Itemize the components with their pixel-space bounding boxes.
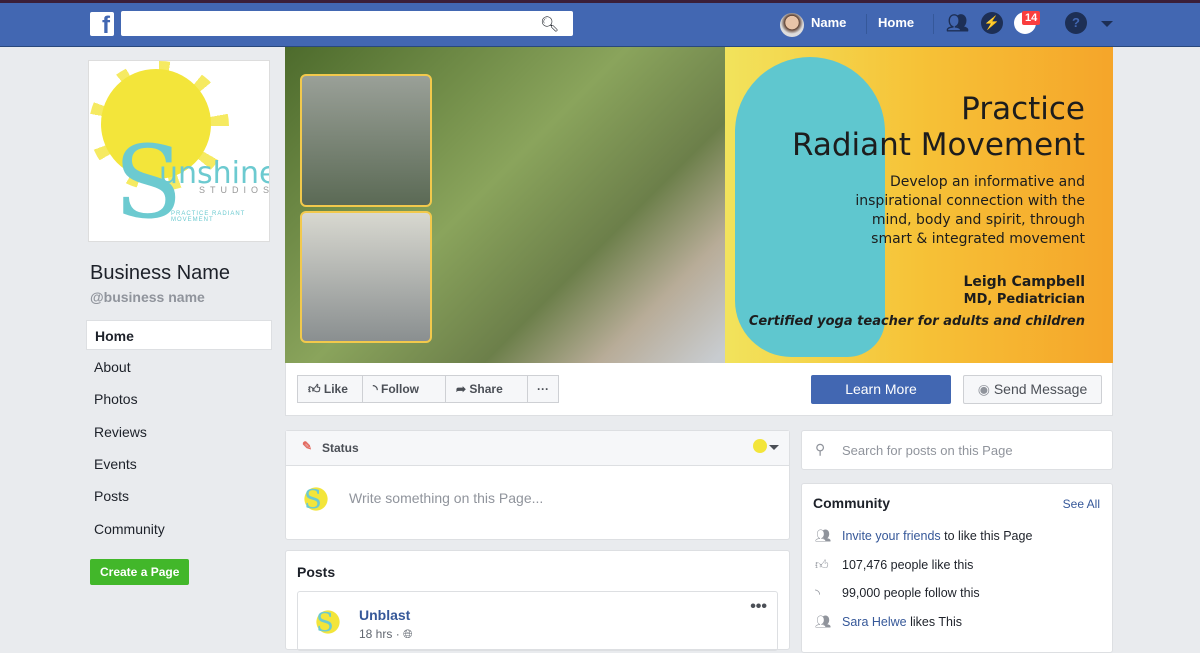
sidebar-item-community[interactable]: Community: [86, 514, 272, 544]
rss-icon: ◝: [815, 586, 821, 601]
page-posts-search-input[interactable]: ⚲ Search for posts on this Page: [801, 430, 1113, 470]
search-placeholder: Search for posts on this Page: [842, 443, 1013, 458]
profile-link[interactable]: Name: [811, 15, 846, 30]
invite-text: to like this Page: [940, 529, 1033, 543]
page-avatar: S: [296, 479, 336, 519]
post-author-link[interactable]: Unblast: [359, 607, 410, 623]
like-button[interactable]: 👍︎ Like: [297, 375, 363, 403]
cover-description: smart & integrated movement: [871, 231, 1085, 247]
avatar[interactable]: [780, 13, 804, 37]
cover-tagline: Certified yoga teacher for adults and ch…: [748, 314, 1085, 329]
see-all-link[interactable]: See All: [1063, 497, 1100, 511]
community-heading: Community: [813, 495, 890, 511]
send-message-label: Send Message: [993, 381, 1088, 397]
share-label: Share: [469, 382, 503, 396]
sidebar-item-home[interactable]: Home: [86, 320, 272, 350]
invite-friends-link[interactable]: Invite your friends: [842, 529, 941, 543]
invite-friends-icon: 👥︎: [815, 528, 832, 543]
post-card: S Unblast 18 hrs · 🌐︎ •••: [297, 591, 778, 651]
divider: [866, 14, 867, 34]
cover-inset-photo: [300, 74, 432, 207]
chevron-down-icon[interactable]: [769, 445, 779, 450]
logo-subtitle: STUDIOS: [199, 185, 270, 195]
pencil-icon: ✎: [302, 439, 313, 453]
invite-row: Invite your friends to like this Page: [842, 529, 1032, 543]
cover-description: inspirational connection with the: [855, 193, 1085, 209]
status-tab[interactable]: ✎ Status: [286, 431, 789, 466]
cover-title: Practice: [961, 91, 1085, 127]
status-composer: ✎ Status S Write something on this Page.…: [285, 430, 790, 540]
friend-requests-icon[interactable]: 👥︎: [946, 12, 969, 34]
friends-icon: 👥︎: [815, 614, 832, 629]
page-title: Business Name: [90, 262, 231, 284]
sidebar-item-posts[interactable]: Posts: [86, 481, 272, 511]
friend-likes-text: likes This: [906, 615, 962, 629]
cover-description: Develop an informative and: [889, 174, 1085, 190]
friend-likes-row: Sara Helwe likes This: [842, 615, 962, 629]
sidebar-item-reviews[interactable]: Reviews: [86, 417, 272, 447]
follow-label: Follow: [380, 382, 419, 396]
cover-title: Radiant Movement: [791, 127, 1085, 163]
sidebar-item-photos[interactable]: Photos: [86, 384, 272, 414]
messenger-icon[interactable]: ⚡: [981, 12, 1003, 34]
cover-photo[interactable]: Practice Radiant Movement Develop an inf…: [285, 47, 1113, 363]
help-icon[interactable]: ?: [1065, 12, 1087, 34]
thumbs-up-icon: 👍︎: [815, 557, 829, 572]
page-identity-selector-icon[interactable]: [753, 439, 767, 453]
cover-description: mind, body and spirit, through: [871, 212, 1085, 228]
logo-tagline: PRACTICE RADIANT MOVEMENT: [171, 211, 246, 223]
search-icon[interactable]: 🔍︎: [540, 15, 559, 33]
rss-icon: ◝: [373, 382, 381, 396]
post-options-icon[interactable]: •••: [750, 598, 767, 616]
posts-section: Posts S Unblast 18 hrs · 🌐︎ •••: [285, 550, 790, 651]
share-arrow-icon: ➦: [456, 382, 470, 396]
cover-inset-photo: [300, 211, 432, 343]
follow-button[interactable]: ◝ Follow: [362, 375, 446, 403]
sidebar-item-events[interactable]: Events: [86, 449, 272, 479]
likes-count: 107,476 people like this: [842, 558, 974, 572]
globe-icon: 🌐︎: [403, 627, 413, 641]
more-button[interactable]: ···: [527, 375, 559, 403]
cover-name: Leigh Campbell: [963, 274, 1085, 290]
friend-link[interactable]: Sara Helwe: [842, 615, 907, 629]
home-link[interactable]: Home: [878, 15, 914, 30]
post-author-avatar[interactable]: S: [308, 602, 348, 642]
notification-badge: 14: [1022, 11, 1041, 25]
post-time: 18 hrs: [359, 627, 393, 641]
community-card: Community See All 👥︎ Invite your friends…: [801, 483, 1113, 653]
like-label: Like: [323, 382, 348, 396]
follows-count: 99,000 people follow this: [842, 586, 980, 600]
page-action-bar: 👍︎ Like ◝ Follow ➦ Share ··· Learn More …: [285, 363, 1113, 416]
chevron-down-icon[interactable]: [1101, 21, 1113, 27]
posts-heading: Posts: [297, 564, 336, 580]
create-page-button[interactable]: Create a Page: [90, 559, 190, 585]
cover-credential: MD, Pediatrician: [963, 292, 1085, 307]
divider: [933, 14, 934, 34]
messenger-icon: ◉: [977, 381, 994, 397]
search-input[interactable]: 🔍︎: [121, 11, 573, 36]
status-label: Status: [322, 441, 359, 455]
thumbs-up-icon: 👍︎: [308, 382, 324, 396]
status-input[interactable]: Write something on this Page...: [349, 490, 543, 506]
post-timestamp[interactable]: 18 hrs · 🌐︎: [359, 627, 413, 642]
learn-more-button[interactable]: Learn More: [811, 375, 951, 404]
search-icon: ⚲: [815, 441, 826, 457]
facebook-logo-icon[interactable]: f: [90, 12, 114, 36]
share-button[interactable]: ➦ Share: [445, 375, 528, 403]
page-handle[interactable]: @business name: [90, 289, 205, 305]
send-message-button[interactable]: ◉ Send Message: [963, 375, 1102, 404]
sidebar-item-about[interactable]: About: [86, 352, 272, 382]
profile-picture[interactable]: S unshine STUDIOS PRACTICE RADIANT MOVEM…: [88, 60, 270, 242]
